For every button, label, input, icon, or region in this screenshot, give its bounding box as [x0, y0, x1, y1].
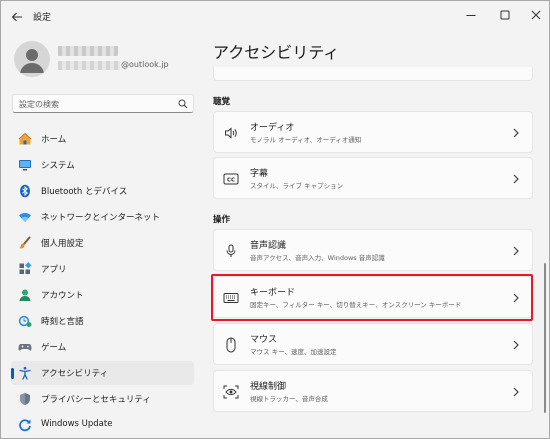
microphone-icon [223, 243, 239, 259]
back-arrow-icon [11, 12, 22, 22]
section-title-interaction: 操作 [213, 215, 231, 225]
sidebar-item-privacy[interactable]: プライバシーとセキュリティ [11, 387, 194, 411]
card-title: 字幕 [250, 169, 269, 179]
search-placeholder: 設定の検索 [19, 100, 59, 109]
previous-card-edge [213, 67, 533, 81]
sidebar-item-bluetooth[interactable]: Bluetooth とデバイス [11, 179, 194, 203]
sidebar-item-label: Windows Update [41, 419, 113, 429]
privacy-shield-icon [18, 392, 32, 406]
close-icon [531, 10, 541, 20]
gaming-icon [18, 340, 32, 354]
bluetooth-icon [18, 184, 32, 198]
sidebar-item-time-language[interactable]: 時刻と言語 [11, 309, 194, 333]
search-box[interactable]: 設定の検索 [12, 94, 194, 113]
chevron-right-icon [511, 338, 521, 352]
chevron-right-icon [511, 385, 521, 399]
maximize-icon [500, 10, 510, 20]
card-title: 音声認識 [250, 241, 287, 251]
chevron-right-icon [511, 291, 521, 305]
window-title: 設定 [33, 13, 52, 23]
search-icon [178, 99, 188, 109]
active-indicator [11, 368, 14, 379]
time-language-icon [18, 314, 32, 328]
eye-control-icon [223, 384, 239, 400]
setting-card-captions[interactable]: CC 字幕 スタイル、ライブ キャプション [213, 157, 533, 199]
keyboard-icon [223, 290, 239, 306]
card-subtitle: 視線トラッカー、音声合成 [250, 395, 328, 403]
svg-text:CC: CC [227, 178, 235, 184]
user-email-domain: @outlook.jp [121, 60, 169, 69]
chevron-right-icon [511, 244, 521, 258]
setting-card-keyboard[interactable]: キーボード 固定キー、フィルター キー、切り替えキー、オンスクリーン キーボード [213, 276, 533, 318]
avatar[interactable] [14, 41, 50, 77]
section-title-hearing: 聴覚 [213, 97, 231, 107]
card-title: キーボード [250, 288, 296, 298]
card-subtitle: モノラル オーディオ、オーディオ通知 [250, 136, 362, 144]
sidebar-item-gaming[interactable]: ゲーム [11, 335, 194, 359]
network-icon [18, 210, 32, 224]
sidebar-item-network[interactable]: ネットワークとインターネット [11, 205, 194, 229]
user-icon [20, 49, 44, 73]
mouse-icon [223, 337, 239, 353]
card-title: オーディオ [250, 123, 295, 133]
card-subtitle: マウス キー、速度、加速設定 [250, 348, 337, 356]
sidebar-item-label: プライバシーとセキュリティ [41, 395, 151, 405]
sidebar-item-accounts[interactable]: アカウント [11, 283, 194, 307]
user-name-redacted [58, 46, 118, 56]
settings-window: 設定 @outlook.jp 設定の検索 ホーム システム Bluetooth … [0, 0, 550, 439]
captions-icon: CC [223, 171, 239, 187]
sidebar-item-label: Bluetooth とデバイス [41, 187, 128, 197]
close-button[interactable] [522, 5, 549, 25]
card-title: マウス [250, 335, 278, 345]
sidebar-item-personalization[interactable]: 個人用設定 [11, 231, 194, 255]
sidebar-item-label: 個人用設定 [41, 239, 84, 249]
page-title: アクセシビリティ [213, 43, 340, 62]
setting-card-audio[interactable]: オーディオ モノラル オーディオ、オーディオ通知 [213, 111, 533, 153]
sidebar-item-label: ホーム [41, 135, 67, 145]
windows-update-icon [18, 418, 32, 432]
home-icon [18, 132, 32, 146]
card-title: 視線制御 [250, 382, 287, 392]
accessibility-icon [18, 366, 32, 380]
sidebar-item-label: アプリ [41, 265, 67, 275]
account-icon [18, 288, 32, 302]
user-email-redacted [58, 61, 120, 70]
maximize-button[interactable] [491, 5, 519, 25]
sidebar-item-system[interactable]: システム [11, 153, 194, 177]
chevron-right-icon [511, 126, 521, 140]
setting-card-eye-control[interactable]: 視線制御 視線トラッカー、音声合成 [213, 370, 533, 412]
sidebar-item-label: アクセシビリティ [41, 369, 109, 379]
scrollbar[interactable] [544, 263, 546, 413]
setting-card-speech[interactable]: 音声認識 音声アクセス、音声入力、Windows 音声認識 [213, 229, 533, 271]
personalization-icon [18, 236, 32, 250]
sidebar-item-label: システム [41, 161, 75, 171]
sidebar-item-label: ネットワークとインターネット [41, 213, 161, 223]
chevron-right-icon [511, 172, 521, 186]
sidebar-item-accessibility[interactable]: アクセシビリティ [11, 361, 194, 385]
title-bar: 設定 [1, 1, 549, 33]
card-subtitle: 固定キー、フィルター キー、切り替えキー、オンスクリーン キーボード [250, 301, 462, 309]
minimize-icon [466, 15, 476, 16]
card-subtitle: スタイル、ライブ キャプション [250, 182, 344, 190]
sidebar-item-label: 時刻と言語 [41, 317, 84, 327]
sidebar-item-apps[interactable]: アプリ [11, 257, 194, 281]
back-button[interactable] [7, 7, 27, 27]
sidebar-item-windows-update[interactable]: Windows Update [11, 413, 194, 437]
card-subtitle: 音声アクセス、音声入力、Windows 音声認識 [250, 254, 385, 262]
sidebar-item-label: ゲーム [41, 343, 67, 353]
sidebar-item-label: アカウント [41, 291, 84, 301]
sidebar-item-home[interactable]: ホーム [11, 127, 194, 151]
apps-icon [18, 262, 32, 276]
minimize-button[interactable] [457, 5, 485, 25]
system-icon [18, 158, 32, 172]
setting-card-mouse[interactable]: マウス マウス キー、速度、加速設定 [213, 323, 533, 365]
speaker-icon [223, 125, 239, 141]
